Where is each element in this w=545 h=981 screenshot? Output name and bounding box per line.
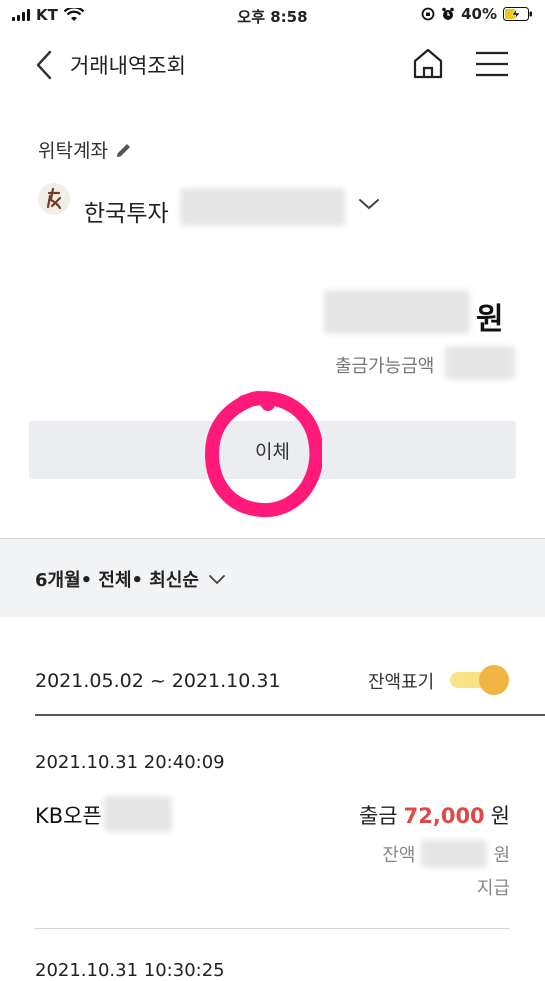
status-bar: KT 오후 8:58 40% — [0, 0, 545, 30]
transaction-amount-unit: 원 — [490, 804, 510, 828]
balance-unit: 원 — [476, 302, 504, 337]
transaction-datetime: 2021.10.31 10:30:25 — [35, 960, 225, 981]
transaction-balance: 잔액 원 — [382, 840, 510, 868]
account-type-text: 위탁계좌 — [38, 140, 108, 162]
balance-toggle-label: 잔액표기 — [368, 672, 435, 693]
edit-pencil-icon[interactable] — [114, 140, 134, 160]
account-number-redacted — [180, 188, 345, 226]
battery-percent: 40% — [461, 5, 497, 23]
transaction-balance-label: 잔액 — [382, 845, 416, 866]
transaction-balance-unit: 원 — [493, 845, 510, 866]
date-range: 2021.05.02 ~ 2021.10.31 — [35, 670, 281, 692]
home-icon[interactable] — [410, 46, 446, 82]
battery-charging-icon — [503, 7, 532, 21]
account-type-label: 위탁계좌 — [38, 136, 134, 163]
chevron-down-icon — [209, 575, 225, 585]
filter-label: 6개월• 전체• 최신순 — [35, 570, 199, 591]
rotation-lock-icon — [421, 7, 435, 21]
alarm-icon — [442, 7, 454, 20]
available-amount-redacted — [445, 346, 515, 380]
transaction-type: 지급 — [476, 878, 510, 899]
balance-toggle[interactable] — [448, 664, 510, 696]
transaction-datetime: 2021.10.31 20:40:09 — [35, 752, 225, 773]
section-divider — [35, 714, 545, 716]
available-amount-label: 출금가능금액 — [335, 356, 435, 377]
transfer-button[interactable]: 이체 — [29, 421, 516, 479]
transaction-direction: 출금 — [358, 804, 398, 828]
bank-logo — [38, 183, 70, 215]
page-title: 거래내역조회 — [70, 54, 186, 78]
chevron-down-icon[interactable] — [357, 195, 381, 213]
transaction-amount: 출금 72,000 원 — [359, 800, 510, 830]
transaction-divider — [35, 928, 510, 929]
back-chevron-icon[interactable] — [30, 48, 60, 82]
filter-selector[interactable]: 6개월• 전체• 최신순 — [35, 566, 227, 592]
balance-amount-redacted — [324, 290, 470, 334]
transaction-name-redacted — [104, 796, 172, 832]
transfer-button-label: 이체 — [255, 440, 290, 463]
transaction-balance-redacted — [421, 840, 488, 868]
transaction-name[interactable]: KB오픈 — [35, 800, 102, 830]
bank-name[interactable]: 한국투자 — [84, 194, 169, 228]
transaction-amount-value: 72,000 — [403, 804, 485, 828]
status-right: 40% — [421, 5, 533, 23]
menu-icon[interactable] — [474, 48, 510, 80]
